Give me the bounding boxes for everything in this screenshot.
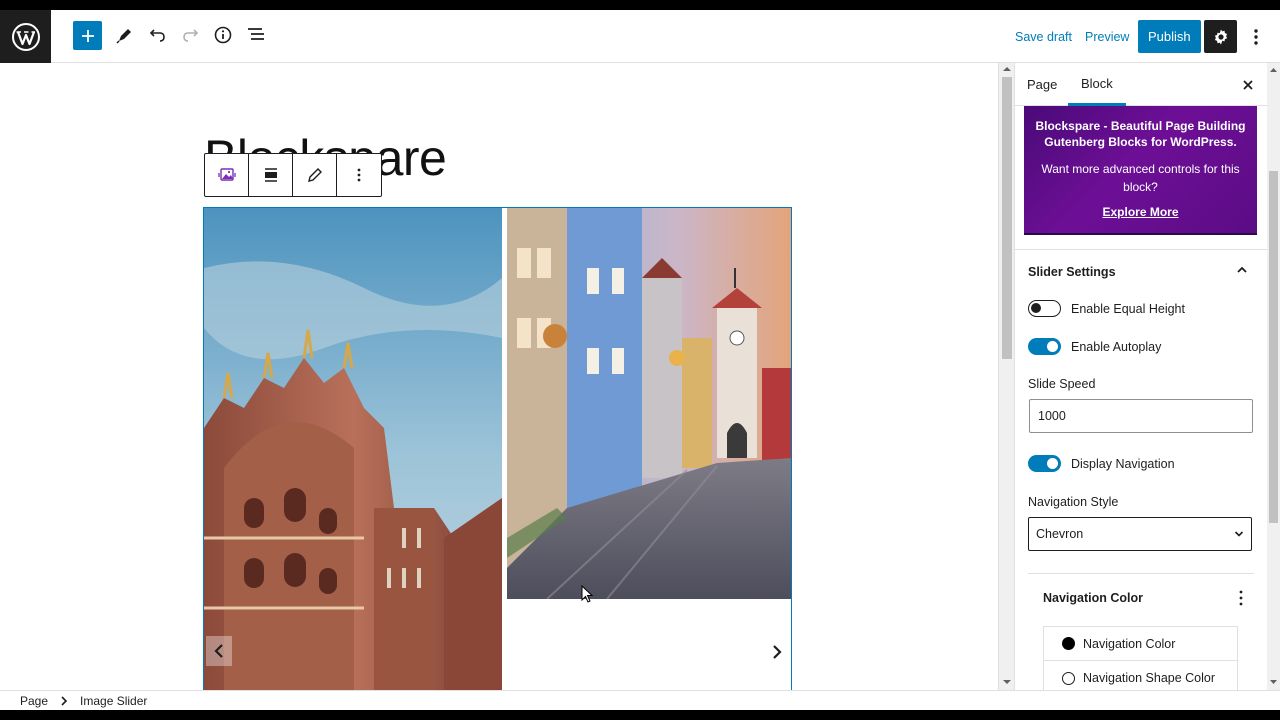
navigation-color-panel: Navigation Color Navigation Color Naviga… (1028, 573, 1254, 690)
preview-button[interactable]: Preview (1085, 30, 1129, 44)
equal-height-toggle[interactable] (1028, 300, 1061, 317)
navigation-shape-color-label: Navigation Shape Color (1083, 671, 1216, 685)
scroll-down-arrow-icon[interactable] (1269, 678, 1278, 686)
chevron-left-icon (214, 644, 223, 658)
add-block-button[interactable] (73, 21, 102, 50)
redo-button[interactable] (175, 20, 205, 50)
wordpress-icon (11, 22, 40, 51)
image-slider-block[interactable] (203, 207, 792, 690)
canvas-scrollbar-thumb[interactable] (1002, 77, 1012, 359)
edit-button[interactable] (293, 154, 337, 196)
color-swatch-icon (1062, 637, 1075, 650)
navigation-color-item[interactable]: Navigation Color (1044, 627, 1237, 661)
undo-button[interactable] (143, 20, 173, 50)
more-options-icon[interactable] (1250, 27, 1262, 47)
tab-page[interactable]: Page (1027, 63, 1057, 106)
more-vertical-icon[interactable] (1236, 588, 1246, 608)
more-vertical-icon (357, 168, 361, 182)
chevron-right-icon (773, 645, 782, 659)
scroll-up-arrow-icon[interactable] (1269, 66, 1278, 74)
slider-settings-heading[interactable]: Slider Settings (1028, 265, 1116, 279)
list-view-button[interactable] (241, 20, 271, 50)
block-toolbar (204, 153, 382, 197)
autoplay-row: Enable Autoplay (1028, 338, 1161, 355)
block-type-button[interactable] (205, 154, 249, 196)
undo-icon (149, 29, 165, 42)
pen-tool-icon (116, 29, 131, 44)
settings-button[interactable] (1204, 20, 1237, 53)
canvas-scrollbar[interactable] (998, 63, 1014, 690)
sidebar-scrollbar[interactable] (1267, 63, 1280, 690)
redo-icon (183, 29, 199, 42)
navigation-shape-color-item[interactable]: Navigation Shape Color (1044, 661, 1237, 690)
navigation-color-label: Navigation Color (1083, 636, 1176, 651)
align-button[interactable] (249, 154, 293, 196)
editor-canvas: Blockspare (0, 63, 998, 690)
settings-sidebar: Page Block Blockspare - Beautiful Page B… (1014, 63, 1267, 690)
chevron-up-icon[interactable] (1235, 263, 1249, 277)
pencil-icon (307, 168, 322, 182)
list-view-icon (248, 28, 264, 40)
close-sidebar-button[interactable] (1238, 75, 1258, 95)
navigation-style-label: Navigation Style (1028, 495, 1119, 509)
autoplay-toggle[interactable] (1028, 338, 1061, 355)
editor-header: Save draft Preview Publish (0, 10, 1280, 63)
tools-button[interactable] (110, 20, 140, 50)
image-slider-icon (217, 168, 236, 181)
align-wide-icon (264, 168, 277, 182)
promo-text: Want more advanced controls for this blo… (1041, 162, 1240, 194)
slide-speed-label: Slide Speed (1028, 377, 1096, 391)
tab-block[interactable]: Block (1068, 63, 1126, 106)
breadcrumb: Page Image Slider (0, 690, 1280, 710)
scroll-up-arrow-icon[interactable] (1002, 65, 1012, 73)
autoplay-label: Enable Autoplay (1071, 339, 1162, 354)
navigation-style-select[interactable]: Chevron (1028, 517, 1252, 551)
equal-height-label: Enable Equal Height (1071, 301, 1185, 316)
breadcrumb-image-slider[interactable]: Image Slider (80, 694, 147, 708)
wordpress-logo[interactable] (0, 10, 51, 63)
block-options-button[interactable] (337, 154, 381, 196)
navigation-color-heading: Navigation Color (1043, 591, 1144, 605)
navigation-style-value: Chevron (1036, 527, 1084, 541)
navigation-color-list: Navigation Color Navigation Shape Color (1043, 626, 1238, 690)
display-navigation-label: Display Navigation (1071, 456, 1175, 471)
chevron-down-icon (1234, 531, 1244, 537)
color-swatch-icon (1062, 671, 1075, 685)
display-navigation-row: Display Navigation (1028, 455, 1175, 472)
display-navigation-toggle[interactable] (1028, 455, 1061, 472)
equal-height-row: Enable Equal Height (1028, 300, 1185, 317)
close-icon (1243, 80, 1253, 90)
sidebar-scrollbar-thumb[interactable] (1269, 171, 1278, 523)
explore-more-link[interactable]: Explore More (1102, 205, 1178, 219)
info-icon (214, 26, 232, 44)
promo-title: Blockspare - Beautiful Page Building Gut… (1035, 119, 1246, 149)
blockspare-promo: Blockspare - Beautiful Page Building Gut… (1024, 106, 1257, 235)
publish-button[interactable]: Publish (1138, 20, 1201, 53)
scroll-down-arrow-icon[interactable] (1002, 678, 1012, 686)
plus-icon (81, 29, 94, 42)
slider-next-button[interactable] (765, 638, 789, 666)
mouse-cursor-icon (581, 585, 593, 603)
details-button[interactable] (208, 20, 238, 50)
breadcrumb-page[interactable]: Page (20, 694, 48, 708)
slide-speed-input[interactable]: 1000 (1029, 399, 1253, 433)
slide-image-palace (204, 208, 502, 690)
gear-icon (1214, 29, 1227, 44)
slide-image-town (507, 208, 791, 599)
save-draft-button[interactable]: Save draft (1015, 30, 1072, 44)
chevron-right-icon (61, 695, 68, 706)
sidebar-tabs: Page Block (1015, 63, 1267, 106)
slider-prev-button[interactable] (206, 636, 232, 666)
